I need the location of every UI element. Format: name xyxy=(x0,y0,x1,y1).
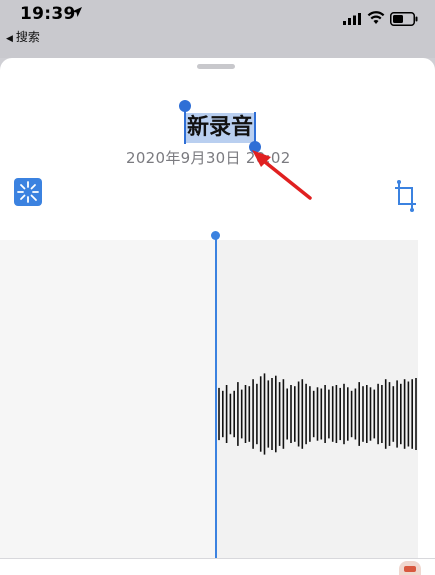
crop-icon[interactable] xyxy=(394,180,418,212)
battery-icon xyxy=(390,12,418,26)
wifi-icon xyxy=(367,11,385,24)
playhead[interactable] xyxy=(215,234,217,558)
floating-app-icon[interactable] xyxy=(399,561,421,575)
waveform-area[interactable] xyxy=(0,240,418,558)
back-app-label: 搜索 xyxy=(15,30,40,44)
waveform xyxy=(218,373,417,455)
enhance-button[interactable] xyxy=(14,178,42,206)
recording-sheet: 新录音 2020年9月30日 20:02 xyxy=(0,58,435,575)
annotation-arrow-icon xyxy=(252,150,312,200)
selection-start-bar xyxy=(184,108,186,144)
back-triangle-icon: ◀ xyxy=(6,34,13,44)
status-time: 19:39 xyxy=(20,4,76,24)
cellular-signal-icon xyxy=(343,13,361,25)
back-to-app-button[interactable]: ◀ 搜索 xyxy=(6,28,40,45)
enhance-icon xyxy=(17,181,39,203)
location-arrow-icon xyxy=(72,7,82,17)
selection-start-handle[interactable] xyxy=(179,100,191,112)
status-bar: 19:39 ◀ 搜索 xyxy=(0,0,435,58)
sheet-grabber[interactable] xyxy=(197,64,235,69)
playhead-knob[interactable] xyxy=(211,231,220,240)
divider xyxy=(0,558,435,559)
